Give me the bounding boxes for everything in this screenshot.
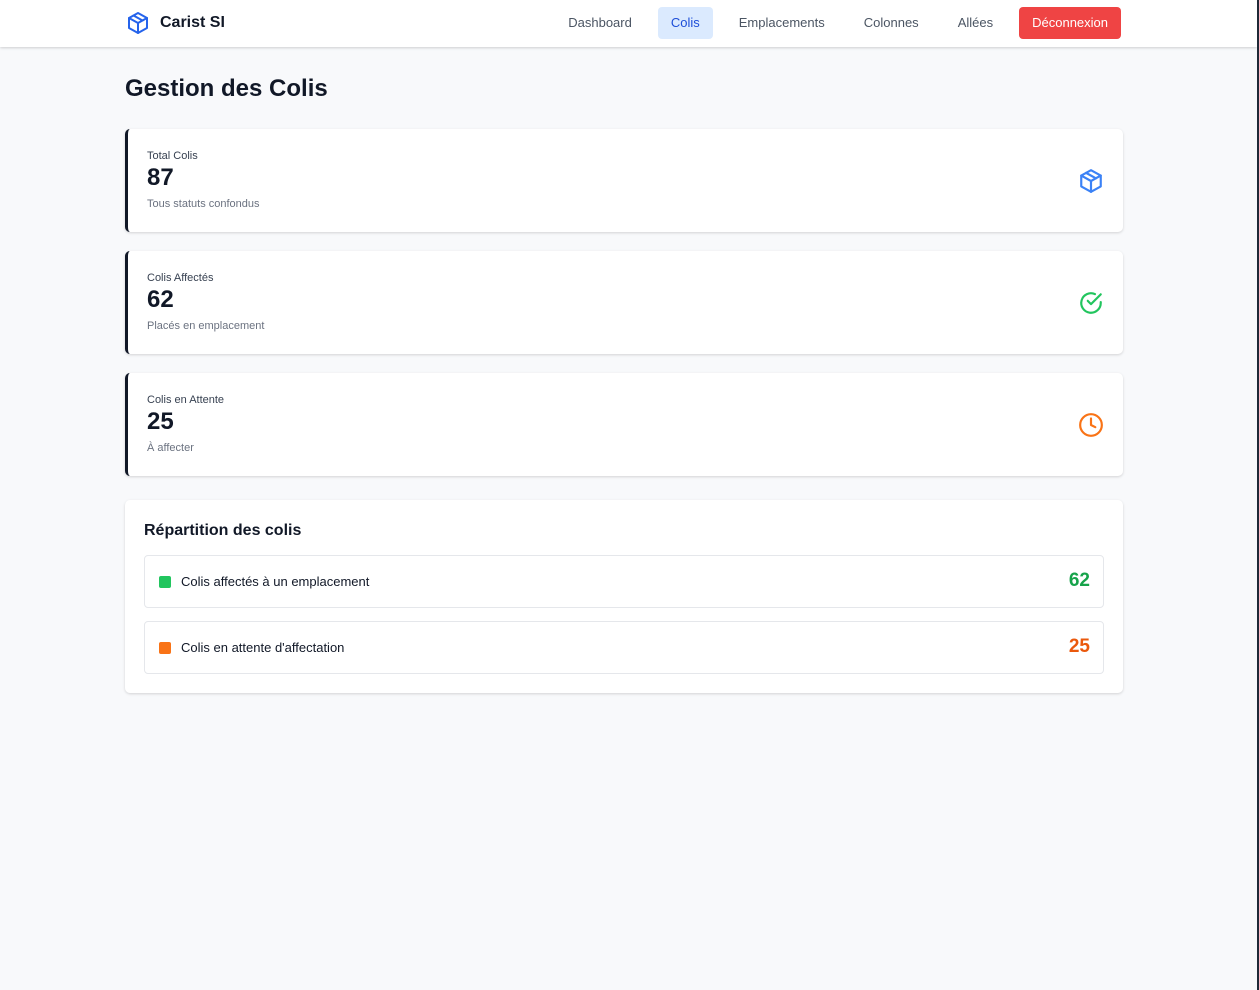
package-icon xyxy=(126,11,150,35)
stat-label: Colis Affectés xyxy=(147,272,214,284)
brand[interactable]: Carist SI xyxy=(126,11,225,35)
check-circle-icon xyxy=(1078,290,1104,316)
stat-label: Colis en Attente xyxy=(147,394,225,406)
stat-card-affectes: Colis Affectés 62 Placés en emplacement xyxy=(125,251,1123,354)
nav-item-emplacements[interactable]: Emplacements xyxy=(726,7,838,39)
nav-item-dashboard[interactable]: Dashboard xyxy=(555,7,645,39)
package-icon xyxy=(1078,168,1104,194)
repartition-row-label: Colis affectés à un emplacement xyxy=(181,574,370,589)
logout-button[interactable]: Déconnexion xyxy=(1019,7,1121,39)
repartition-title: Répartition des colis xyxy=(144,522,302,539)
main-nav: Dashboard Colis Emplacements Colonnes Al… xyxy=(542,7,1121,39)
stat-card-attente: Colis en Attente 25 À affecter xyxy=(125,373,1123,476)
stat-value: 87 xyxy=(147,164,174,191)
repartition-row-value: 25 xyxy=(1068,636,1090,657)
app-name: Carist SI xyxy=(160,14,225,31)
repartition-row-value: 62 xyxy=(1068,570,1090,591)
top-navbar: Carist SI Dashboard Colis Emplacements C… xyxy=(0,0,1257,47)
nav-item-colis[interactable]: Colis xyxy=(657,7,713,39)
status-color-swatch xyxy=(159,576,171,588)
status-color-swatch xyxy=(159,642,171,654)
stat-value: 25 xyxy=(147,408,174,435)
stat-value: 62 xyxy=(147,286,174,313)
stat-subtitle: Tous statuts confondus xyxy=(147,198,260,210)
stat-subtitle: Placés en emplacement xyxy=(147,320,265,332)
clock-icon xyxy=(1078,412,1104,438)
repartition-row-label: Colis en attente d'affectation xyxy=(181,640,345,655)
stat-subtitle: À affecter xyxy=(147,442,194,454)
page-title: Gestion des Colis xyxy=(125,75,328,102)
repartition-panel: Répartition des colis Colis affectés à u… xyxy=(125,500,1123,693)
stat-label: Total Colis xyxy=(147,150,198,162)
stat-card-total: Total Colis 87 Tous statuts confondus xyxy=(125,129,1123,232)
repartition-row-attente: Colis en attente d'affectation 25 xyxy=(144,621,1104,674)
repartition-row-affectes: Colis affectés à un emplacement 62 xyxy=(144,555,1104,608)
nav-item-colonnes[interactable]: Colonnes xyxy=(851,7,932,39)
nav-item-allees[interactable]: Allées xyxy=(945,7,1006,39)
